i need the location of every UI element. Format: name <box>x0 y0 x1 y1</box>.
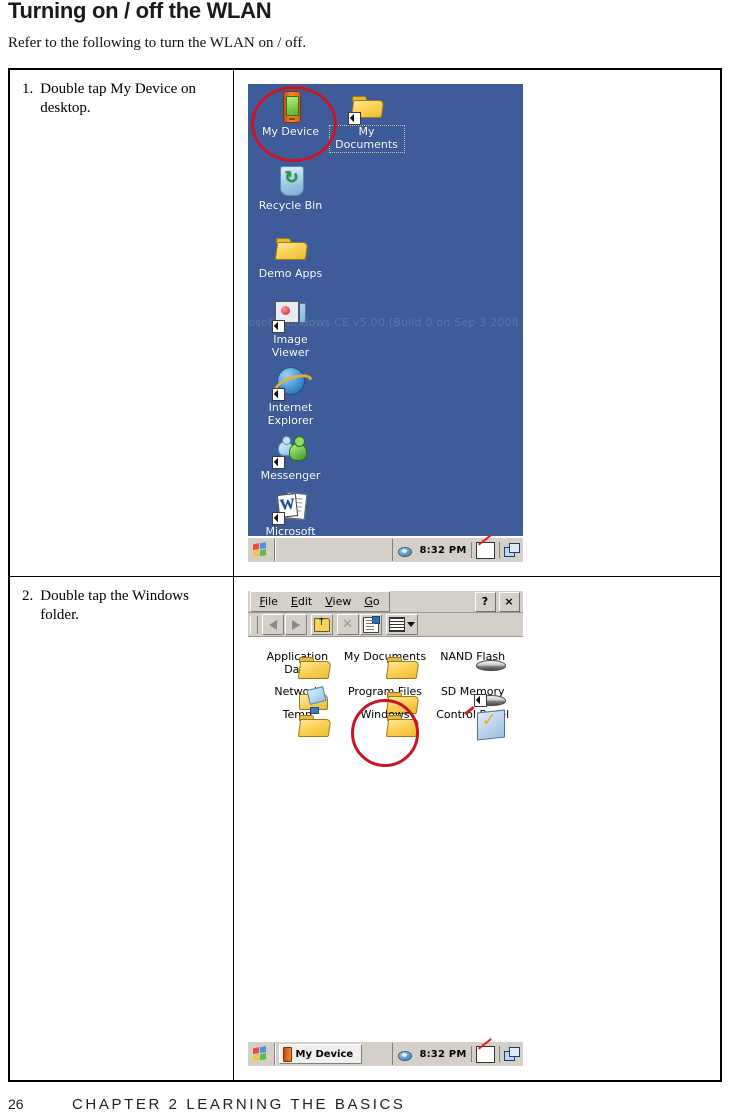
explorer-taskbar[interactable]: My Device 8:32 PM <box>247 1040 523 1066</box>
up-one-level-icon[interactable] <box>310 614 333 635</box>
step-2-screenshot-cell: FFileile Edit View Go ? × <box>232 576 722 1082</box>
table-row: 1. Double tap My Device on desktop. cros… <box>8 68 722 577</box>
messenger-icon <box>271 434 308 469</box>
desktop-icon-internet-explorer[interactable]: Internet Explorer <box>254 366 328 428</box>
file-item-control-panel[interactable]: Control Panel <box>429 693 517 741</box>
steps-table: 1. Double tap My Device on desktop. cros… <box>8 68 722 1082</box>
desktop-icon-my-device[interactable]: My Device <box>254 90 328 139</box>
taskbar-clock[interactable]: 8:32 PM <box>419 1049 466 1060</box>
menu-bar[interactable]: FFileile Edit View Go ? × <box>247 591 523 613</box>
start-flag-icon <box>253 1046 268 1062</box>
step-1-cell: 1. Double tap My Device on desktop. <box>8 68 234 577</box>
help-button[interactable]: ? <box>474 591 496 612</box>
start-button[interactable] <box>248 1043 275 1065</box>
step-2-cell: 2. Double tap the Windows folder. <box>8 576 234 1082</box>
pda-device-icon <box>282 1046 292 1062</box>
desktop-icon-label: Demo Apps <box>258 267 323 280</box>
system-tray[interactable]: 8:32 PM <box>392 1043 522 1065</box>
step-2-text: Double tap the Windows folder. <box>40 588 189 623</box>
taskbar-button-my-device[interactable]: My Device <box>278 1044 363 1064</box>
desktop-taskbar[interactable]: 8:32 PM <box>247 536 523 562</box>
volume-speaker-icon[interactable] <box>398 1048 415 1061</box>
file-list[interactable]: Application Data My Documents NAND Flash <box>248 637 523 767</box>
views-dropdown-icon[interactable] <box>385 614 418 635</box>
stylus-pen-icon[interactable] <box>475 1045 495 1063</box>
menu-item-edit[interactable]: Edit <box>291 595 312 608</box>
taskbar-task-area[interactable]: My Device <box>274 1043 393 1065</box>
file-item-my-documents[interactable]: My Documents <box>341 650 429 679</box>
desktop-icon-my-documents[interactable]: My Documents <box>328 90 405 153</box>
desktop-icon-messenger[interactable]: Messenger <box>254 434 328 483</box>
shortcut-arrow-icon <box>271 512 285 525</box>
page-title: Turning on / off the WLAN <box>8 0 272 23</box>
desktop-icon-label: Messenger <box>260 469 321 482</box>
properties-icon[interactable] <box>359 614 382 635</box>
step-1-text: Double tap My Device on desktop. <box>40 81 197 116</box>
folder-shortcut-icon <box>347 90 384 125</box>
back-arrow-icon[interactable] <box>261 614 284 635</box>
shortcut-arrow-icon <box>473 693 487 707</box>
file-item-temp[interactable]: Temp <box>254 708 342 737</box>
desktop-icon-label: Internet Explorer <box>267 401 314 427</box>
system-tray[interactable]: 8:32 PM <box>392 539 522 561</box>
desktop-icon-microsoft[interactable]: W Microsoft <box>254 490 328 539</box>
shortcut-arrow-icon <box>347 112 361 125</box>
intro-paragraph: Refer to the following to turn the WLAN … <box>8 35 307 51</box>
close-button[interactable]: × <box>498 591 520 612</box>
wordpad-document-icon: W <box>271 490 308 525</box>
start-button[interactable] <box>248 539 275 561</box>
tray-divider <box>498 542 500 558</box>
image-viewer-icon <box>271 298 308 333</box>
recycle-bin-icon <box>274 164 308 198</box>
file-explorer-window[interactable]: FFileile Edit View Go ? × <box>247 591 523 1066</box>
step-1-number: 1. <box>22 81 34 97</box>
desktop-icon-label: My Documents <box>328 125 405 153</box>
desktop-icon-recycle-bin[interactable]: Recycle Bin <box>254 164 328 213</box>
footer-page-number: 26 <box>8 1096 24 1112</box>
file-item-application-data[interactable]: Application Data <box>254 650 342 679</box>
table-row: 2. Double tap the Windows folder. FFilei… <box>8 576 722 1082</box>
tray-divider <box>470 542 472 558</box>
tray-divider <box>470 1046 472 1062</box>
switch-windows-icon[interactable] <box>503 543 520 557</box>
taskbar-clock[interactable]: 8:32 PM <box>419 545 466 556</box>
desktop-icon-label: Image Viewer <box>271 333 310 359</box>
file-item-program-files[interactable]: Program Files <box>341 686 429 715</box>
shortcut-arrow-icon <box>271 388 285 401</box>
desktop-icon-label: My Device <box>261 125 320 138</box>
volume-speaker-icon[interactable] <box>398 544 415 557</box>
file-item-network[interactable]: Network <box>254 686 342 715</box>
taskbar-task-area[interactable] <box>274 539 393 561</box>
file-item-sd-memory[interactable]: SD Memory <box>429 686 517 707</box>
windows-ce-desktop[interactable]: crosoft Windows CE v5.00 (Build 0 on Sep… <box>247 84 523 562</box>
menu-item-go[interactable]: Go <box>364 595 379 608</box>
desktop-icon-demo-apps[interactable]: Demo Apps <box>254 232 328 281</box>
forward-arrow-icon[interactable] <box>284 614 307 635</box>
step-2-number: 2. <box>22 588 34 604</box>
start-flag-icon <box>253 542 268 558</box>
menu-item-file[interactable]: FFileile <box>260 595 278 608</box>
file-item-nand-flash[interactable]: NAND Flash <box>429 650 517 676</box>
step-1-screenshot-cell: crosoft Windows CE v5.00 (Build 0 on Sep… <box>232 68 722 577</box>
taskbar-button-label: My Device <box>295 1048 354 1060</box>
switch-windows-icon[interactable] <box>503 1047 520 1061</box>
shortcut-arrow-icon <box>271 320 285 333</box>
footer-chapter-text: CHAPTER 2 LEARNING THE BASICS <box>72 1096 406 1113</box>
shortcut-arrow-icon <box>271 456 285 469</box>
file-item-windows[interactable]: Windows <box>341 698 429 767</box>
toolbar-grip[interactable] <box>249 615 258 634</box>
pda-device-icon <box>274 90 308 124</box>
menu-item-view[interactable]: View <box>325 595 351 608</box>
folder-icon <box>274 232 308 266</box>
toolbar[interactable]: ✕ <box>247 613 523 637</box>
desktop-icon-label: Recycle Bin <box>258 199 323 212</box>
desktop-icon-image-viewer[interactable]: Image Viewer <box>254 298 328 360</box>
internet-explorer-icon <box>271 366 308 401</box>
stylus-pen-icon[interactable] <box>475 541 495 559</box>
cut-icon[interactable]: ✕ <box>336 614 359 635</box>
tray-divider <box>498 1046 500 1062</box>
